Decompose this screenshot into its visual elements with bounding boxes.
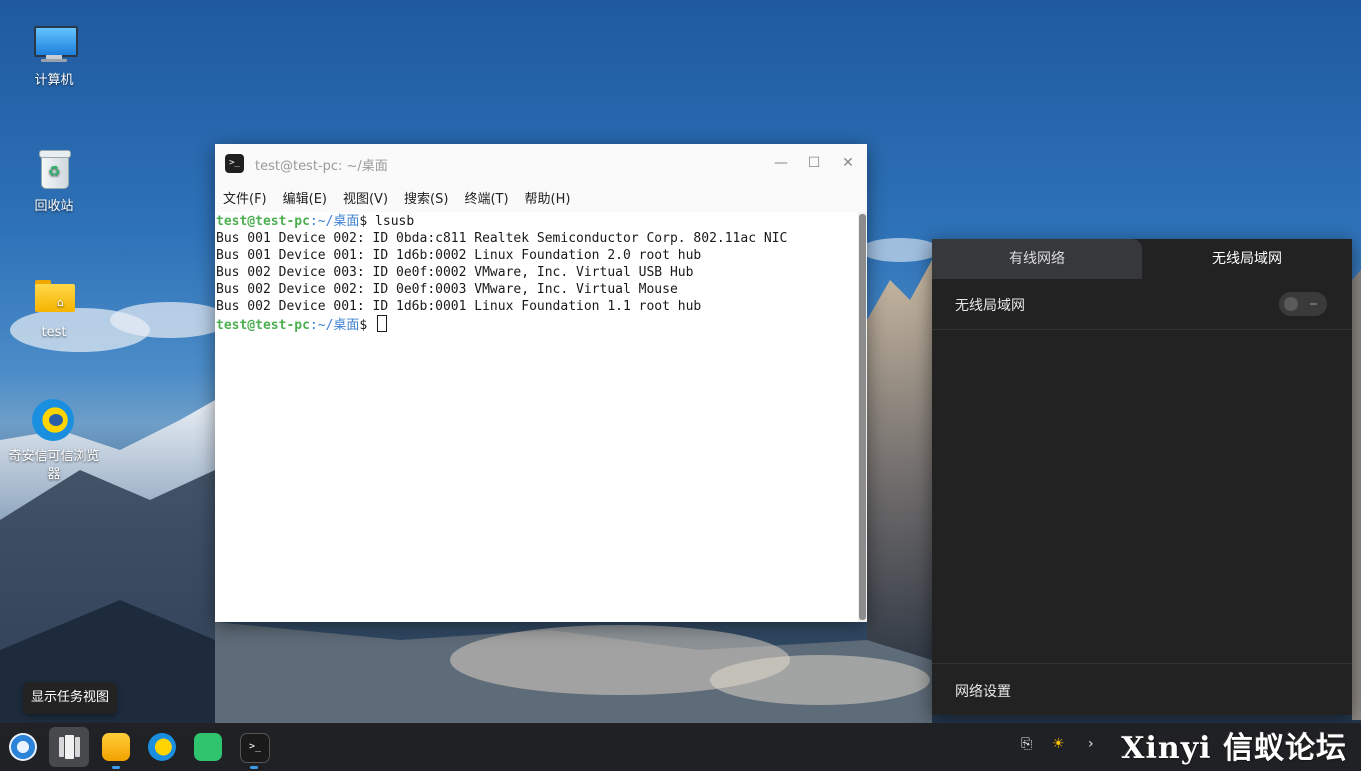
text-cursor (377, 315, 388, 332)
launcher-icon (9, 733, 37, 761)
trash-icon: ♻ (31, 148, 77, 194)
prompt-path: :~/桌面 (309, 318, 360, 333)
desktop-icon-label: 回收站 (34, 199, 74, 214)
prompt-user: test@test-pc (216, 214, 310, 229)
task-view-icon (55, 733, 83, 761)
terminal-icon: >_ (225, 154, 244, 173)
wifi-row: 无线局域网 (932, 279, 1352, 330)
clipboard-icon[interactable]: ⎘ (1021, 736, 1032, 752)
desktop-icon-folder[interactable]: ⌂ test (4, 274, 104, 342)
prompt-path: :~/桌面 (309, 214, 360, 229)
menu-edit[interactable]: 编辑(E) (283, 188, 327, 207)
prompt-symbol: $ (359, 318, 368, 333)
task-view-tooltip: 显示任务视图 (23, 682, 118, 714)
network-settings-label: 网络设置 (955, 684, 1011, 700)
menu-help[interactable]: 帮助(H) (525, 188, 571, 207)
menu-search[interactable]: 搜索(S) (404, 188, 448, 207)
computer-icon (31, 22, 78, 68)
desktop-icon-label: 计算机 (34, 73, 74, 88)
file-manager-icon (102, 733, 130, 761)
wifi-label: 无线局域网 (955, 298, 1025, 314)
file-manager-button[interactable] (96, 727, 136, 769)
chevron-right-icon[interactable]: › (1088, 736, 1094, 752)
scrollbar[interactable] (858, 212, 867, 622)
close-button[interactable]: ✕ (837, 152, 859, 174)
browser-button[interactable] (142, 727, 182, 767)
terminal-icon: >_ (240, 733, 270, 763)
output-line: Bus 001 Device 002: ID 0bda:c811 Realtek… (216, 231, 788, 246)
output-line: Bus 002 Device 002: ID 0e0f:0003 VMware,… (216, 282, 678, 297)
watermark: Xinyi 信蚁论坛 (1121, 731, 1347, 766)
tab-wired[interactable]: 有线网络 (932, 239, 1142, 279)
network-settings-row[interactable]: 网络设置 (932, 663, 1352, 715)
desktop-icon-computer[interactable]: 计算机 (4, 22, 104, 90)
toggle-off-indicator (1310, 303, 1317, 305)
wifi-toggle[interactable] (1279, 292, 1327, 316)
running-indicator (112, 766, 120, 769)
prompt-line: test@test-pc:~/桌面$ (216, 315, 857, 334)
chat-icon (194, 733, 222, 761)
desktop-icon-browser[interactable]: 奇安信可信浏览器 (4, 398, 104, 484)
brightness-icon[interactable]: ☀ (1052, 736, 1065, 752)
output-line: Bus 002 Device 001: ID 1d6b:0001 Linux F… (216, 299, 702, 314)
toggle-knob (1284, 297, 1298, 311)
network-panel: 有线网络 无线局域网 无线局域网 网络设置 (932, 239, 1352, 715)
terminal-output[interactable]: test@test-pc:~/桌面$ lsusb Bus 001 Device 0… (215, 212, 858, 622)
tab-wireless[interactable]: 无线局域网 (1142, 239, 1352, 279)
desktop-icon-label: test (41, 325, 67, 340)
running-indicator (250, 766, 258, 769)
menu-file[interactable]: 文件(F) (223, 188, 267, 207)
menu-bar: 文件(F) 编辑(E) 视图(V) 搜索(S) 终端(T) 帮助(H) (215, 182, 867, 212)
menu-terminal[interactable]: 终端(T) (464, 188, 508, 207)
network-tabs: 有线网络 无线局域网 (932, 239, 1352, 279)
launcher-button[interactable] (3, 727, 43, 767)
chat-button[interactable] (188, 727, 228, 767)
scrollbar-thumb[interactable] (859, 214, 866, 620)
output-line: Bus 002 Device 003: ID 0e0f:0002 VMware,… (216, 265, 694, 280)
terminal-button[interactable]: >_ (234, 727, 274, 769)
taskbar: >_ ⎘ ☀ › Xinyi 信蚁论坛 (0, 723, 1361, 771)
output-line: Bus 001 Device 001: ID 1d6b:0002 Linux F… (216, 248, 702, 263)
prompt-user: test@test-pc (216, 318, 310, 333)
window-titlebar[interactable]: >_ test@test-pc: ~/桌面 — ☐ ✕ (215, 144, 867, 182)
prompt-line: test@test-pc:~/桌面$ lsusb (216, 213, 857, 230)
maximize-button[interactable]: ☐ (803, 152, 825, 174)
minimize-button[interactable]: — (770, 152, 792, 174)
browser-icon (31, 398, 77, 444)
desktop-icon-label: 奇安信可信浏览器 (8, 449, 100, 482)
browser-icon (148, 733, 176, 761)
terminal-window[interactable]: >_ test@test-pc: ~/桌面 — ☐ ✕ 文件(F) 编辑(E) … (215, 144, 867, 622)
window-title: test@test-pc: ~/桌面 (255, 159, 388, 174)
folder-icon: ⌂ (31, 274, 77, 320)
desktop-icon-trash[interactable]: ♻ 回收站 (4, 148, 104, 216)
command-text: lsusb (367, 214, 415, 229)
menu-view[interactable]: 视图(V) (343, 188, 388, 207)
task-view-button[interactable] (49, 727, 89, 767)
